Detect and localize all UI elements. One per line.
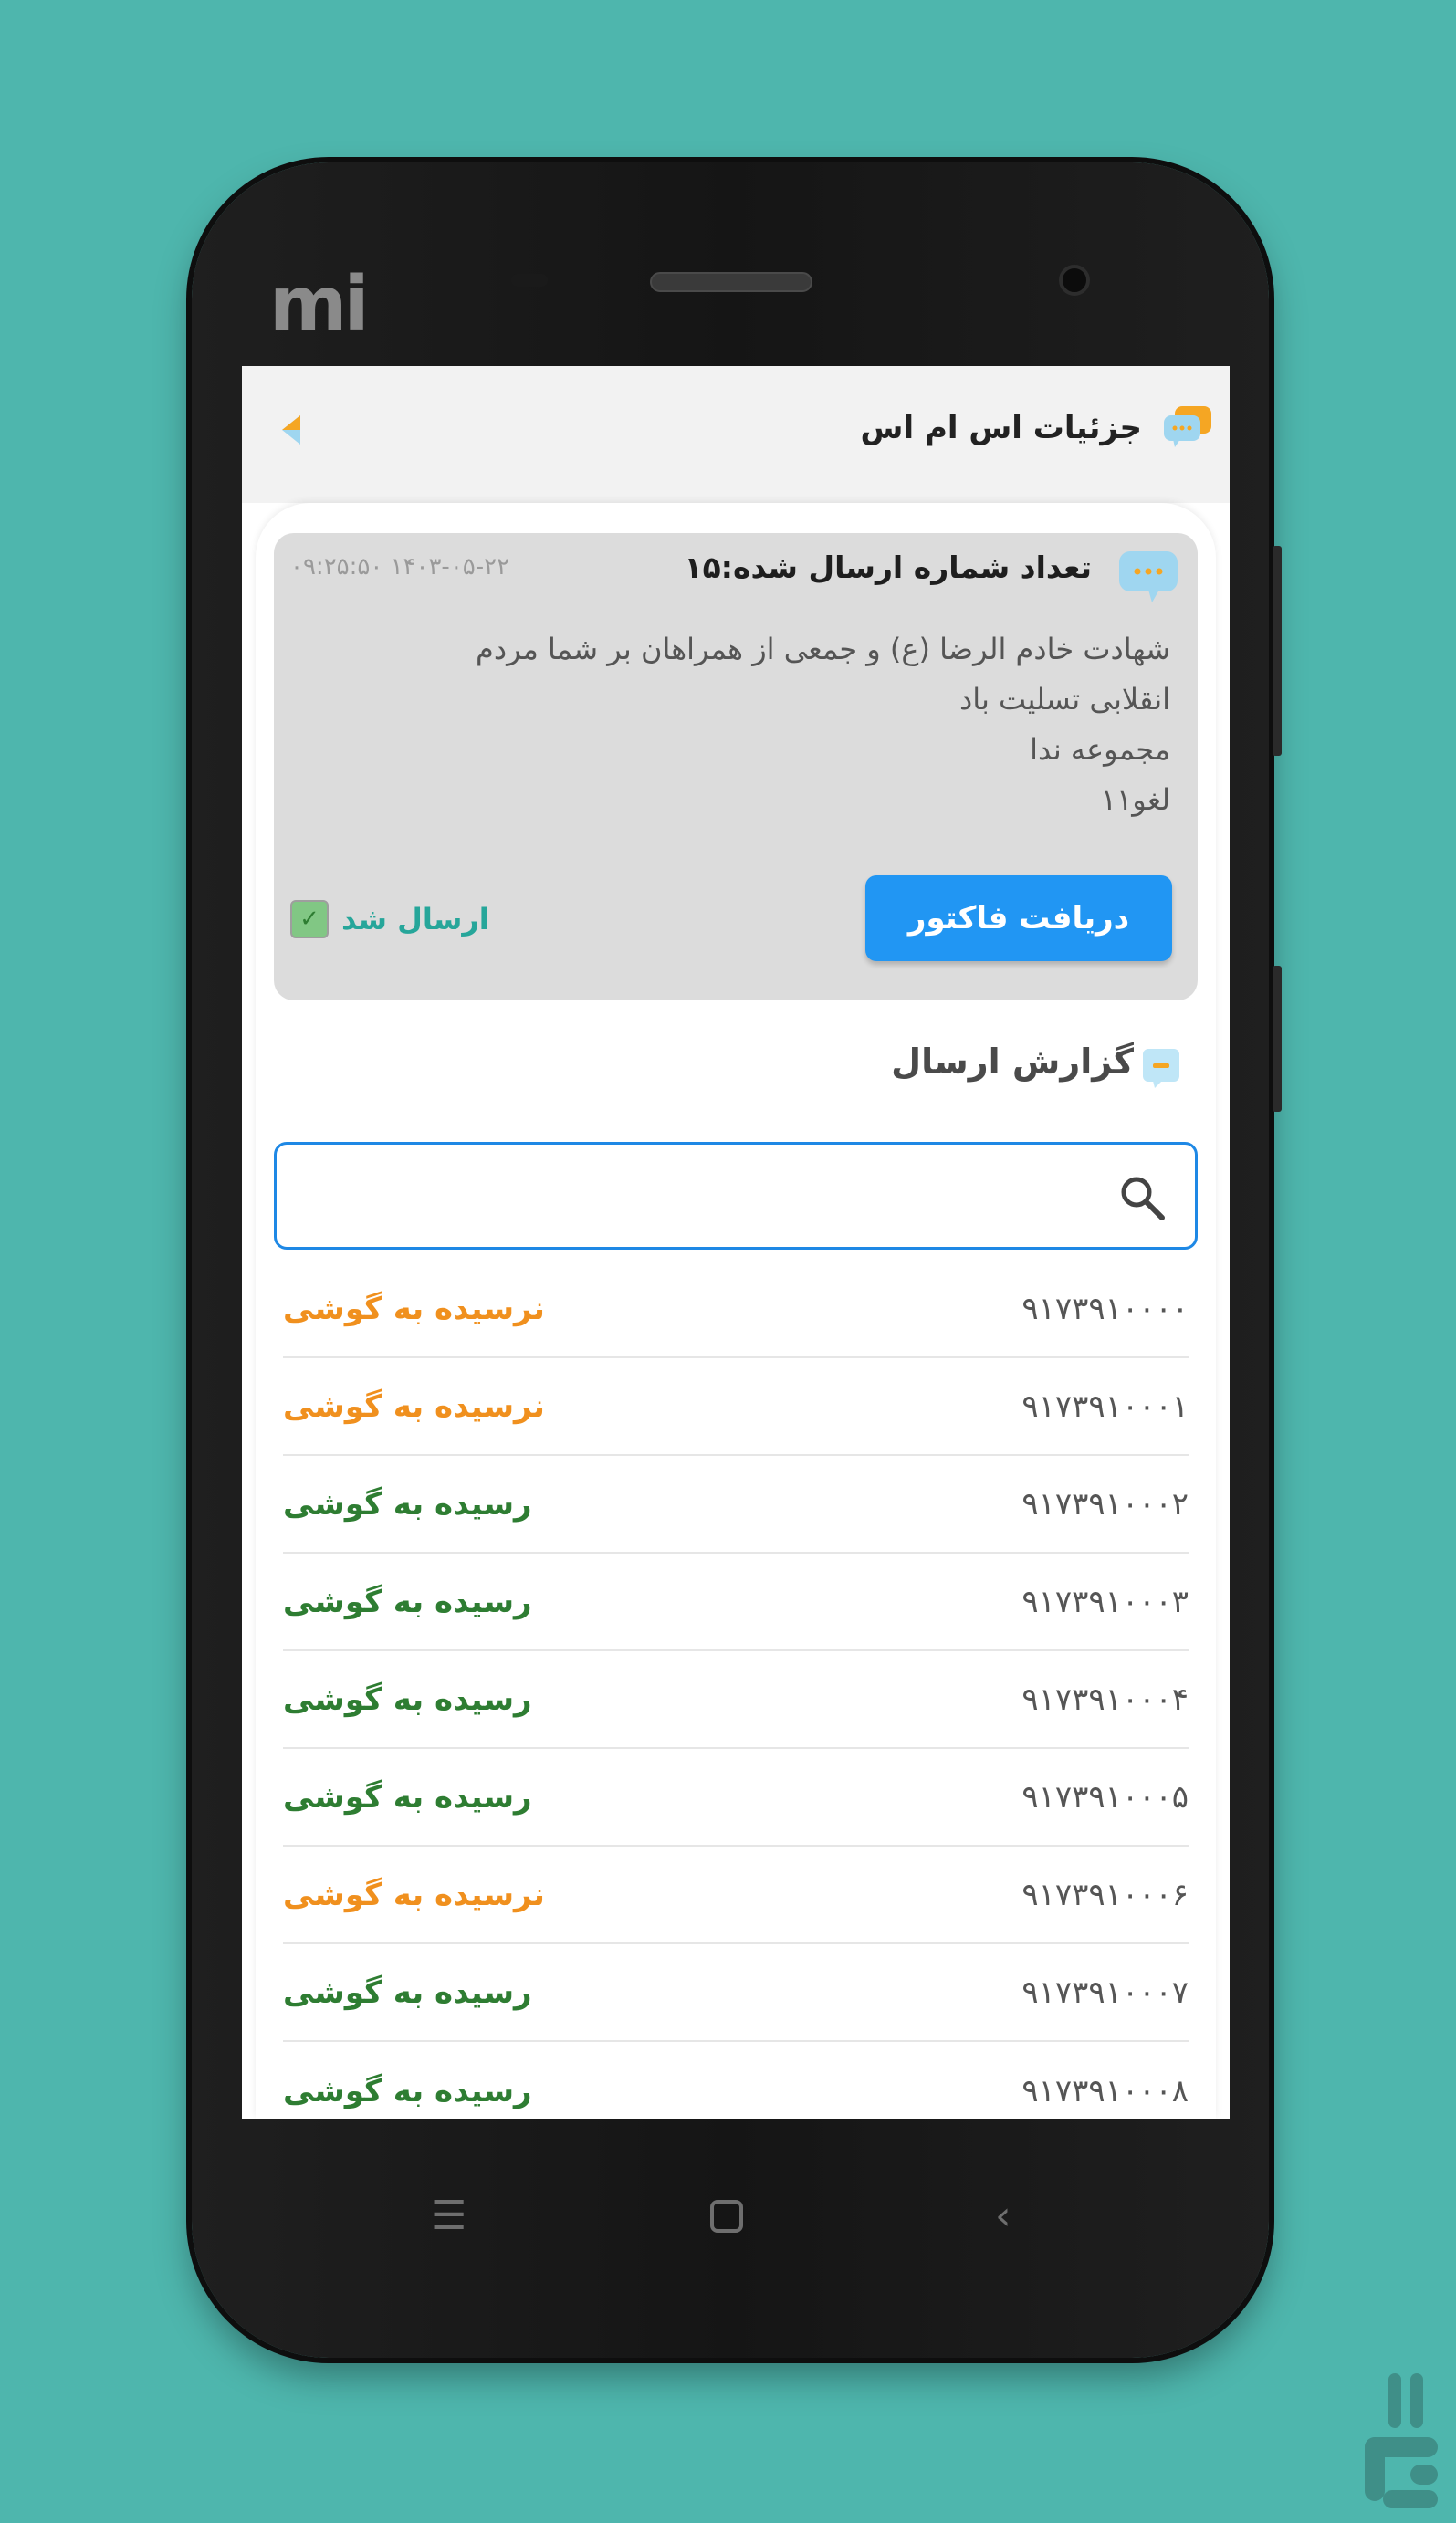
brand-logo: mi bbox=[269, 261, 370, 348]
recipient-number: ۹۱۷۳۹۱۰۰۰۲ bbox=[1021, 1485, 1189, 1523]
search-box[interactable] bbox=[274, 1142, 1198, 1250]
home-key-icon[interactable] bbox=[708, 2189, 745, 2249]
recipient-number: ۹۱۷۳۹۱۰۰۰۵ bbox=[1021, 1778, 1189, 1816]
volume-button bbox=[1273, 546, 1282, 756]
front-camera bbox=[1059, 265, 1090, 296]
menu-key-icon[interactable]: ☰ bbox=[431, 2189, 466, 2244]
recipient-number: ۹۱۷۳۹۱۰۰۰۱ bbox=[1021, 1387, 1189, 1425]
recipient-number: ۹۱۷۳۹۱۰۰۰۴ bbox=[1021, 1680, 1189, 1718]
delivery-status: رسیده به گوشی bbox=[283, 1485, 532, 1523]
back-key-icon[interactable]: ‹ bbox=[995, 2189, 1011, 2244]
delivery-status: رسیده به گوشی bbox=[283, 2072, 532, 2109]
report-section-title: گزارش ارسال bbox=[891, 1042, 1134, 1082]
table-row[interactable]: ۹۱۷۳۹۱۰۰۰۶ نرسیده به گوشی bbox=[283, 1847, 1189, 1944]
sent-datetime: ۰۹:۲۵:۵۰ ۱۴۰۳-۰۵-۲۲ bbox=[290, 553, 510, 581]
page-title: جزئیات اس ام اس bbox=[860, 410, 1142, 446]
recipient-number: ۹۱۷۳۹۱۰۰۰۸ bbox=[1021, 2072, 1189, 2109]
delivery-status: نرسیده به گوشی bbox=[283, 1290, 545, 1327]
app-screen: جزئیات اس ام اس تعداد شماره ارسال شده:۱۵… bbox=[242, 366, 1230, 2119]
delivery-status: رسیده به گوشی bbox=[283, 1973, 532, 2011]
chat-bubble-icon bbox=[1117, 550, 1179, 604]
message-line: شهادت خادم الرضا (ع) و جمعی از همراهان ب… bbox=[476, 632, 1170, 666]
delivery-status: رسیده به گوشی bbox=[283, 1778, 532, 1816]
table-row[interactable]: ۹۱۷۳۹۱۰۰۰۵ رسیده به گوشی bbox=[283, 1749, 1189, 1847]
sms-detail-card: تعداد شماره ارسال شده:۱۵ ۰۹:۲۵:۵۰ ۱۴۰۳-۰… bbox=[274, 533, 1198, 1000]
proximity-sensor bbox=[511, 274, 548, 287]
table-row[interactable]: ۹۱۷۳۹۱۰۰۰۴ رسیده به گوشی bbox=[283, 1651, 1189, 1749]
back-arrow-icon[interactable] bbox=[278, 412, 306, 448]
checkbox-checked-icon: ✓ bbox=[290, 900, 329, 938]
message-body: شهادت خادم الرضا (ع) و جمعی از همراهان ب… bbox=[301, 624, 1170, 825]
hardware-nav-keys: ☰ ‹ bbox=[192, 2189, 1269, 2244]
sent-status: ارسال شد ✓ bbox=[290, 892, 489, 947]
delivery-status: رسیده به گوشی bbox=[283, 1583, 532, 1620]
recipient-number: ۹۱۷۳۹۱۰۰۰۷ bbox=[1021, 1973, 1189, 2011]
recipient-number: ۹۱۷۳۹۱۰۰۰۶ bbox=[1021, 1876, 1189, 1913]
chat-bubbles-icon bbox=[1162, 404, 1213, 450]
recipient-number: ۹۱۷۳۹۱۰۰۰۳ bbox=[1021, 1583, 1189, 1620]
delivery-status: نرسیده به گوشی bbox=[283, 1387, 545, 1425]
table-row[interactable]: ۹۱۷۳۹۱۰۰۰۰ نرسیده به گوشی bbox=[283, 1261, 1189, 1358]
get-invoice-button[interactable]: دریافت فاکتور bbox=[865, 875, 1172, 961]
table-row[interactable]: ۹۱۷۳۹۱۰۰۰۱ نرسیده به گوشی bbox=[283, 1358, 1189, 1456]
power-button bbox=[1273, 966, 1282, 1112]
table-row[interactable]: ۹۱۷۳۹۱۰۰۰۷ رسیده به گوشی bbox=[283, 1944, 1189, 2042]
table-row[interactable]: ۹۱۷۳۹۱۰۰۰۸ رسیده به گوشی bbox=[283, 2042, 1189, 2119]
report-icon bbox=[1140, 1046, 1182, 1088]
search-icon[interactable] bbox=[1116, 1172, 1168, 1223]
app-bar: جزئیات اس ام اس bbox=[242, 366, 1230, 503]
delivery-status: نرسیده به گوشی bbox=[283, 1876, 545, 1913]
message-line: مجموعه ندا bbox=[1030, 732, 1170, 767]
sent-count-label: تعداد شماره ارسال شده:۱۵ bbox=[684, 550, 1092, 585]
app-store-watermark bbox=[1365, 2373, 1438, 2508]
search-input[interactable] bbox=[295, 1163, 1104, 1229]
message-line: لغو۱۱ bbox=[1100, 782, 1170, 817]
sent-status-label: ارسال شد bbox=[341, 902, 489, 937]
recipient-list: ۹۱۷۳۹۱۰۰۰۰ نرسیده به گوشی ۹۱۷۳۹۱۰۰۰۱ نرسیده… bbox=[283, 1261, 1189, 2119]
message-line: انقلابی تسلیت باد bbox=[958, 682, 1170, 717]
table-row[interactable]: ۹۱۷۳۹۱۰۰۰۲ رسیده به گوشی bbox=[283, 1456, 1189, 1554]
table-row[interactable]: ۹۱۷۳۹۱۰۰۰۳ رسیده به گوشی bbox=[283, 1554, 1189, 1651]
delivery-status: رسیده به گوشی bbox=[283, 1680, 532, 1718]
earpiece-speaker bbox=[650, 272, 812, 292]
recipient-number: ۹۱۷۳۹۱۰۰۰۰ bbox=[1021, 1290, 1189, 1327]
